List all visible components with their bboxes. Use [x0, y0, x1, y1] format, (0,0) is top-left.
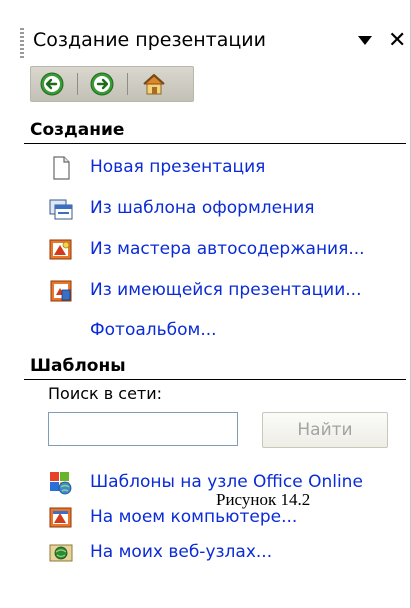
task-pane: Создание презентации ✕ Создание Новая пр… — [0, 0, 411, 608]
figure-caption: Рисунок 14.2 — [216, 490, 311, 509]
from-design-template-label: Из шаблона оформления — [90, 198, 315, 218]
templates-section-header: Шаблоны — [30, 356, 126, 376]
web-search-input[interactable] — [48, 412, 238, 446]
new-presentation-label: Новая презентация — [90, 157, 266, 177]
blank-document-icon — [48, 155, 74, 181]
on-my-web-sites-label: На моих веб-узлах... — [90, 542, 273, 562]
from-autocontent-wizard-label: Из мастера автосодержания... — [90, 239, 365, 259]
office-online-icon — [48, 470, 74, 496]
nav-toolbar — [30, 66, 194, 102]
nav-separator — [127, 73, 128, 95]
back-arrow-icon[interactable] — [39, 71, 65, 97]
section-divider — [24, 143, 406, 144]
find-button[interactable]: Найти — [262, 412, 388, 448]
on-my-computer-label: На моем компьютере... — [90, 507, 298, 527]
section-divider — [24, 379, 406, 380]
task-pane-titlebar: Создание презентации ✕ — [0, 20, 411, 66]
from-existing-presentation-label: Из имеющейся презентации... — [90, 280, 362, 300]
autocontent-wizard-icon — [48, 237, 74, 263]
office-online-templates-label: Шаблоны на узле Office Online — [90, 472, 363, 492]
home-icon[interactable] — [141, 71, 167, 97]
my-computer-templates-icon — [48, 505, 74, 531]
drag-grip-icon[interactable] — [20, 28, 24, 60]
pane-menu-dropdown-icon[interactable] — [358, 36, 372, 45]
photo-album-label: Фотоальбом... — [90, 320, 217, 340]
web-sites-icon — [48, 540, 74, 566]
existing-presentation-icon — [48, 278, 74, 304]
nav-separator — [77, 73, 78, 95]
close-icon[interactable]: ✕ — [388, 27, 406, 55]
forward-arrow-icon[interactable] — [89, 71, 115, 97]
task-pane-title: Создание презентации — [33, 29, 267, 51]
web-search-label: Поиск в сети: — [48, 384, 163, 403]
create-section-header: Создание — [30, 120, 125, 140]
design-template-icon — [48, 196, 74, 222]
